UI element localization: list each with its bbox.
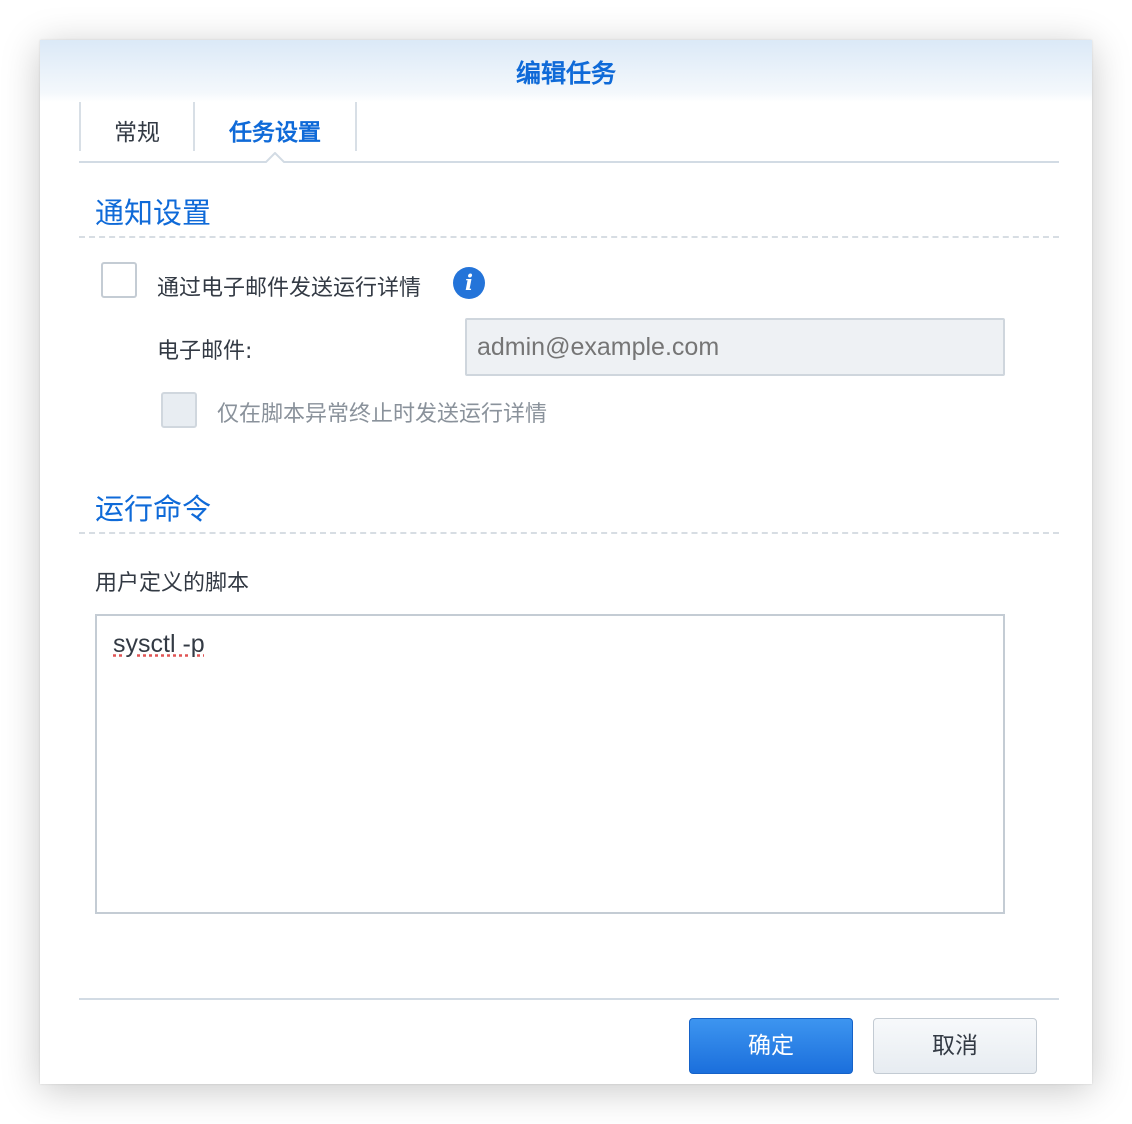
notification-section-title: 通知设置 — [95, 196, 212, 230]
email-field[interactable] — [465, 318, 1005, 376]
dialog-title: 编辑任务 — [515, 59, 616, 88]
send-email-checkbox[interactable] — [101, 262, 137, 298]
section-divider — [79, 236, 1059, 238]
tab-general[interactable]: 常规 — [81, 102, 193, 152]
tab-task-settings-label: 任务设置 — [229, 120, 321, 146]
tab-underline — [79, 161, 1059, 163]
tab-task-settings[interactable]: 任务设置 — [195, 102, 355, 152]
ok-button[interactable]: 确定 — [689, 1018, 853, 1074]
script-textarea[interactable] — [95, 614, 1005, 914]
footer-divider — [79, 998, 1059, 1000]
active-tab-caret-icon — [265, 152, 285, 163]
only-on-error-checkbox[interactable] — [161, 392, 197, 428]
tab-separator — [355, 102, 357, 151]
command-section-title: 运行命令 — [95, 492, 212, 526]
section-divider — [79, 532, 1059, 534]
cancel-button[interactable]: 取消 — [873, 1018, 1037, 1074]
tab-general-label: 常规 — [114, 120, 160, 146]
dialog-titlebar[interactable]: 编辑任务 — [40, 40, 1092, 102]
only-on-error-label: 仅在脚本异常终止时发送运行详情 — [217, 402, 548, 427]
email-label: 电子邮件: — [157, 339, 253, 364]
script-label: 用户定义的脚本 — [95, 571, 250, 596]
tab-bar: 常规 任务设置 — [79, 102, 1059, 166]
info-icon[interactable]: i — [453, 267, 485, 299]
send-email-label[interactable]: 通过电子邮件发送运行详情 — [157, 270, 421, 302]
